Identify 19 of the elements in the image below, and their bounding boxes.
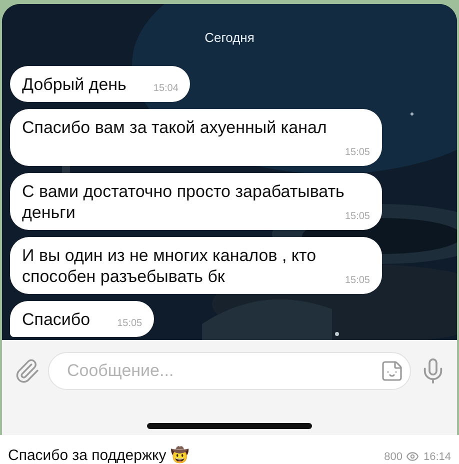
message-field[interactable]: Сообщение...: [48, 352, 411, 390]
date-label: Сегодня: [204, 30, 254, 45]
message-time: 15:05: [344, 146, 370, 160]
message-input[interactable]: Сообщение...: [65, 360, 380, 382]
eye-icon: [406, 450, 420, 463]
message-text: Спасибо: [22, 310, 90, 329]
message-text: Спасибо вам за такой ахуенный канал: [22, 118, 327, 137]
sticker-icon[interactable]: [380, 359, 404, 383]
message-time: 15:05: [117, 317, 142, 331]
attach-icon[interactable]: [14, 358, 40, 384]
view-count: 800: [384, 450, 402, 462]
message-time: 15:04: [153, 82, 178, 96]
post-time: 16:14: [423, 450, 451, 462]
message-time: 15:05: [344, 210, 370, 224]
message-text: С вами достаточно просто зарабатывать деньги: [22, 182, 344, 222]
post-caption: Спасибо за поддержку 🤠: [8, 446, 190, 464]
message-time: 15:05: [344, 274, 370, 288]
message-text: И вы один из не многих каналов , кто способен разъебывать бк: [22, 246, 316, 286]
message-text: Добрый день: [22, 75, 126, 94]
